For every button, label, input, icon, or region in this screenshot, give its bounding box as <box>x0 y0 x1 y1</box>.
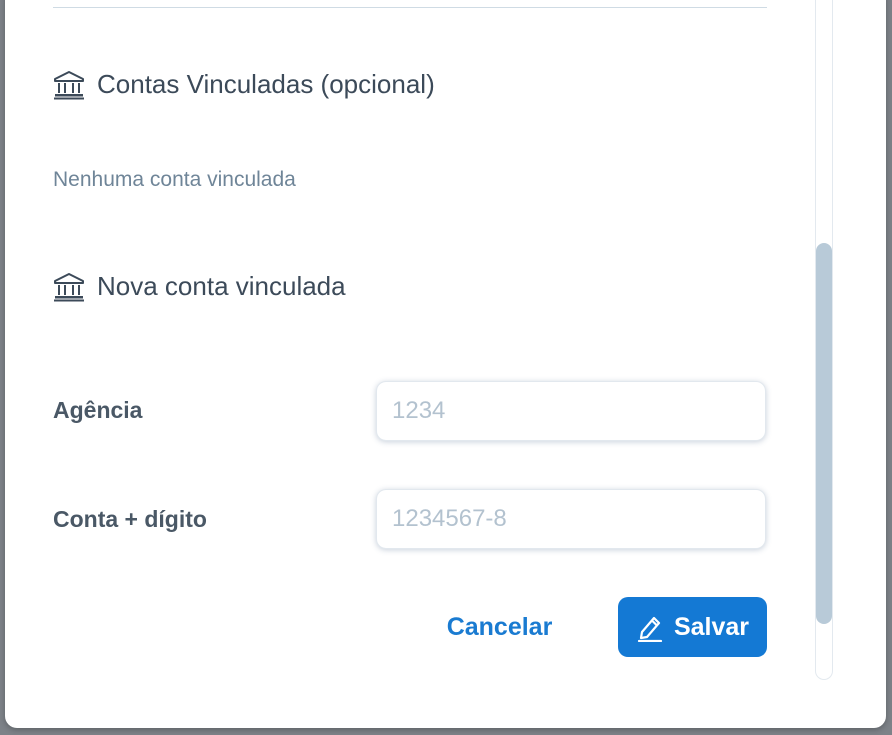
agencia-input[interactable] <box>376 381 766 441</box>
agencia-label: Agência <box>53 397 143 423</box>
save-button[interactable]: Salvar <box>618 597 767 657</box>
scrollbar-thumb[interactable] <box>816 243 832 624</box>
conta-label: Conta + dígito <box>53 506 207 532</box>
empty-linked-accounts-message: Nenhuma conta vinculada <box>53 168 296 191</box>
linked-accounts-title: Contas Vinculadas (opcional) <box>97 69 435 99</box>
edit-dialog: Contas Vinculadas (opcional) Nenhuma con… <box>5 0 886 728</box>
conta-input[interactable] <box>376 489 766 549</box>
cancel-button[interactable]: Cancelar <box>428 597 571 657</box>
bank-icon <box>53 272 85 302</box>
bank-icon <box>53 70 85 100</box>
linked-accounts-heading: Contas Vinculadas (opcional) <box>53 69 435 100</box>
new-account-heading: Nova conta vinculada <box>53 271 346 302</box>
section-divider <box>53 7 767 8</box>
new-account-title: Nova conta vinculada <box>97 271 346 301</box>
save-button-label: Salvar <box>673 612 750 641</box>
pencil-icon <box>636 612 664 643</box>
